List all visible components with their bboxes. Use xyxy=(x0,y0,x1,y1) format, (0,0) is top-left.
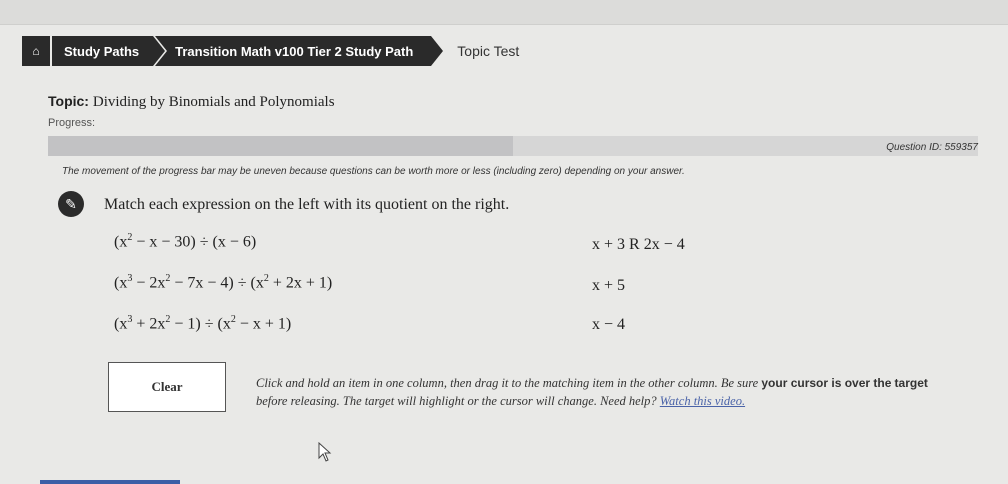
watch-video-link[interactable]: Watch this video. xyxy=(660,394,745,408)
progress-label: Progress: xyxy=(48,117,96,129)
right-quotient-3[interactable]: x − 4 xyxy=(592,316,625,334)
topic-label: Topic: xyxy=(48,93,89,109)
home-icon: ⌂ xyxy=(32,44,40,58)
right-quotient-2[interactable]: x + 5 xyxy=(592,277,625,295)
question-instruction: Match each expression on the left with i… xyxy=(104,196,510,213)
progress-bar xyxy=(48,136,978,156)
breadcrumb-current: Topic Test xyxy=(457,43,520,59)
breadcrumb-study-paths[interactable]: Study Paths xyxy=(52,36,166,66)
topic-value: Dividing by Binomials and Polynomials xyxy=(92,94,335,110)
progress-note: The movement of the progress bar may be … xyxy=(62,166,685,177)
left-expression-2[interactable]: (x3 − 2x2 − 7x − 4) ÷ (x2 + 2x + 1) xyxy=(114,273,332,292)
right-quotient-1[interactable]: x + 3 R 2x − 4 xyxy=(592,236,685,254)
bottom-accent xyxy=(40,480,180,484)
left-expression-3[interactable]: (x3 + 2x2 − 1) ÷ (x2 − x + 1) xyxy=(114,314,291,333)
mouse-pointer-icon xyxy=(318,442,332,462)
browser-top-strip xyxy=(0,0,1008,25)
topic-heading: Topic: Dividing by Binomials and Polynom… xyxy=(48,93,335,111)
drag-help-text: Click and hold an item in one column, th… xyxy=(256,376,928,408)
left-expression-1[interactable]: (x2 − x − 30) ÷ (x − 6) xyxy=(114,232,256,251)
home-button[interactable]: ⌂ xyxy=(22,36,50,66)
clear-button[interactable]: Clear xyxy=(108,362,226,412)
breadcrumb: ⌂ Study Paths Transition Math v100 Tier … xyxy=(22,36,519,66)
pencil-icon: ✎ xyxy=(58,191,84,217)
progress-fill xyxy=(48,136,513,156)
breadcrumb-study-path[interactable]: Transition Math v100 Tier 2 Study Path xyxy=(155,36,444,66)
question-id: Question ID: 559357 xyxy=(886,142,978,153)
